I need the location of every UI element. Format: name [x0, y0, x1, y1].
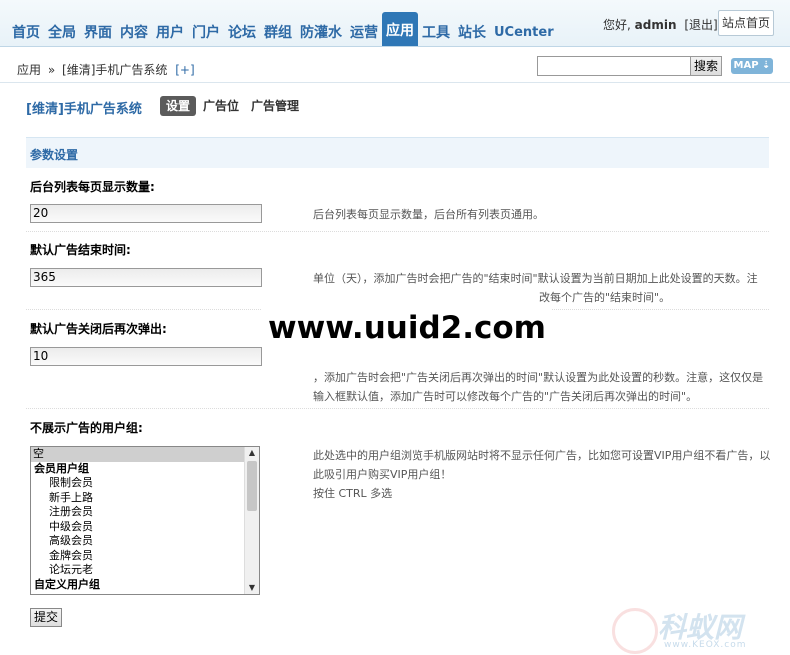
page-size-input[interactable]: 20 — [30, 204, 262, 223]
welcome-text: 您好, admin [退出] — [603, 16, 718, 33]
desc-line: 此处选中的用户组浏览手机版网站时将不显示任何广告，比如您可设置VIP用户组不看广… — [313, 449, 771, 462]
listbox-scrollbar[interactable]: ▲ ▼ — [244, 447, 259, 594]
usergroup-multiselect[interactable]: 空 会员用户组 限制会员 新手上路 注册会员 中级会员 高级会员 金牌会员 论坛… — [30, 446, 260, 595]
setting-label-page-size: 后台列表每页显示数量: — [30, 180, 155, 194]
nav-users[interactable]: 用户 — [152, 16, 188, 46]
nav-apps[interactable]: 应用 — [382, 12, 418, 46]
submit-button[interactable]: 提交 — [30, 608, 62, 627]
breadcrumb: 应用 » [维清]手机广告系统 [+] — [17, 61, 195, 78]
list-item[interactable]: 新手上路 — [31, 491, 259, 506]
setting-label-end-time: 默认广告结束时间: — [30, 243, 131, 257]
list-item[interactable]: 中级会员 — [31, 520, 259, 535]
list-item[interactable]: 注册会员 — [31, 505, 259, 520]
setting-desc-usergroups: 此处选中的用户组浏览手机版网站时将不显示任何广告，比如您可设置VIP用户组不看广… — [313, 446, 770, 503]
setting-desc-end-time: 单位（天），添加广告时会把广告的"结束时间"默认设置为当前日期加上此处设置的天数… — [313, 269, 758, 307]
setting-desc-page-size: 后台列表每页显示数量，后台所有列表页通用。 — [313, 205, 544, 224]
search-button[interactable]: 搜索 — [690, 56, 722, 76]
logout-link[interactable]: [退出] — [684, 18, 717, 32]
desc-line: ，添加广告时会把"广告关闭后再次弹出的时间"默认设置为此处设置的秒数。注意，这仅… — [313, 371, 764, 384]
top-header: 首页 全局 界面 内容 用户 门户 论坛 群组 防灌水 运营 应用 工具 站长 … — [0, 0, 790, 47]
main-nav: 首页 全局 界面 内容 用户 门户 论坛 群组 防灌水 运营 应用 工具 站长 … — [8, 12, 558, 46]
breadcrumb-separator: » — [47, 63, 56, 77]
setting-label-reopen: 默认广告关闭后再次弹出: — [30, 322, 167, 336]
divider — [26, 231, 769, 232]
breadcrumb-current: [维清]手机广告系统 — [62, 63, 168, 77]
plugin-title: [维清]手机广告系统 — [26, 102, 142, 117]
desc-line: 按住 CTRL 多选 — [313, 487, 393, 500]
tab-ad-positions[interactable]: 广告位 — [203, 96, 239, 116]
desc-line: 改每个广告的"结束时间"。 — [539, 291, 671, 304]
nav-content[interactable]: 内容 — [116, 16, 152, 46]
desc-line: 此吸引用户购买VIP用户组！ — [313, 468, 452, 481]
nav-home[interactable]: 首页 — [8, 16, 44, 46]
nav-forum[interactable]: 论坛 — [224, 16, 260, 46]
search-input[interactable] — [537, 56, 691, 76]
scroll-thumb[interactable] — [247, 461, 257, 511]
nav-tools[interactable]: 工具 — [418, 16, 454, 46]
desc-line: 单位（天），添加广告时会把广告的"结束时间"默认设置为当前日期加上此处设置的天数… — [313, 272, 758, 285]
welcome-label: 您好, — [603, 18, 631, 32]
list-item[interactable]: 高级会员 — [31, 534, 259, 549]
watermark-logo-icon — [612, 608, 658, 654]
setting-label-usergroups: 不展示广告的用户组: — [30, 421, 143, 435]
list-item[interactable]: 空 — [31, 447, 259, 462]
end-time-input[interactable]: 365 — [30, 268, 262, 287]
scroll-up-icon[interactable]: ▲ — [245, 447, 259, 459]
reopen-seconds-input[interactable]: 10 — [30, 347, 262, 366]
desc-line: 输入框默认值，添加广告时可以修改每个广告的"广告关闭后再次弹出的时间"。 — [313, 390, 698, 403]
breadcrumb-root[interactable]: 应用 — [17, 63, 41, 77]
desc-line: 后台列表每页显示数量，后台所有列表页通用。 — [313, 208, 544, 221]
username: admin — [634, 18, 677, 32]
list-item[interactable]: 会员用户组 — [31, 462, 259, 477]
nav-groups[interactable]: 群组 — [260, 16, 296, 46]
site-home-button[interactable]: 站点首页 — [718, 10, 774, 36]
list-item[interactable]: 自定义用户组 — [31, 578, 259, 593]
scroll-down-icon[interactable]: ▼ — [245, 582, 259, 594]
nav-portal[interactable]: 门户 — [188, 16, 224, 46]
watermark-url: www.KEOX.com — [664, 640, 747, 650]
nav-global[interactable]: 全局 — [44, 16, 80, 46]
section-header: 参数设置 — [26, 137, 769, 168]
tab-settings[interactable]: 设置 — [160, 96, 197, 116]
nav-ucenter[interactable]: UCenter — [490, 16, 558, 46]
list-item[interactable]: 金牌会员 — [31, 549, 259, 564]
tab-ad-management[interactable]: 广告管理 — [251, 96, 299, 116]
corner-watermark: 科蚁网 www.KEOX.com — [612, 606, 782, 654]
watermark-text: www.uuid2.com — [262, 308, 552, 348]
nav-operation[interactable]: 运营 — [346, 16, 382, 46]
nav-webmaster[interactable]: 站长 — [454, 16, 490, 46]
map-button[interactable]: MAP ⇣ — [731, 58, 773, 74]
list-item[interactable]: 论坛元老 — [31, 563, 259, 578]
divider — [26, 408, 769, 409]
setting-desc-reopen: ，添加广告时会把"广告关闭后再次弹出的时间"默认设置为此处设置的秒数。注意，这仅… — [313, 368, 763, 406]
section-title: 参数设置 — [30, 148, 79, 162]
nav-interface[interactable]: 界面 — [80, 16, 116, 46]
nav-antispam[interactable]: 防灌水 — [296, 16, 346, 46]
list-item[interactable]: 限制会员 — [31, 476, 259, 491]
add-shortcut-link[interactable]: [+] — [175, 63, 194, 77]
